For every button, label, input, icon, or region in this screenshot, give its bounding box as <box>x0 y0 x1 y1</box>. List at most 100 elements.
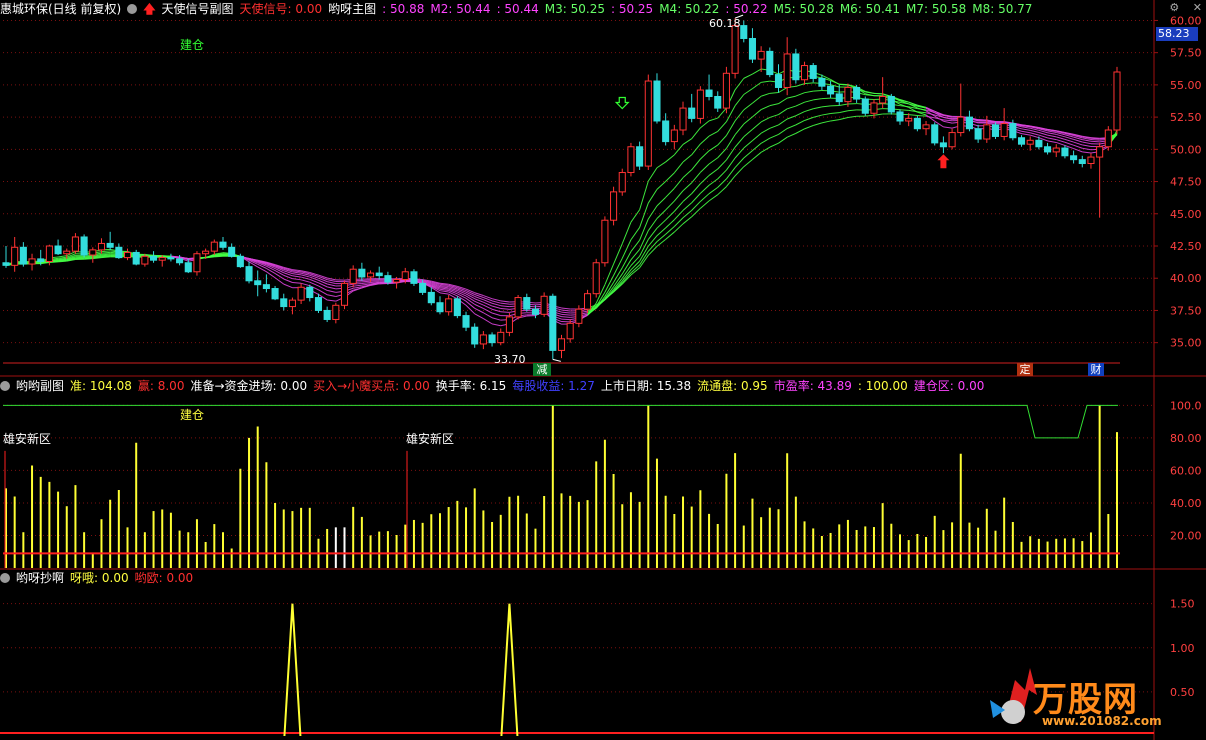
ma-ribbon-segment <box>769 124 779 129</box>
ma-ribbon-segment <box>691 127 701 139</box>
ma-ribbon-segment <box>769 142 779 148</box>
candle-body <box>393 279 401 283</box>
stock-title[interactable]: 惠城环保(日线 前复权) <box>0 2 121 16</box>
candle-body <box>670 129 678 143</box>
ma-ribbon-segment <box>673 190 684 202</box>
ma-ribbon-segment <box>300 282 310 287</box>
main-ytick-label: 60.00 <box>1170 14 1202 27</box>
ma-ribbon-segment <box>621 251 632 268</box>
ma-ribbon-segment <box>361 280 371 283</box>
sub2-title[interactable]: 哟呀抄啊 <box>16 571 64 585</box>
ma-ribbon-segment <box>474 313 484 319</box>
candle-body <box>531 308 539 315</box>
candle-body <box>453 298 461 317</box>
sub1-value-2: 准备→资金进场: 0.00 <box>190 379 308 393</box>
ma-ribbon-segment <box>830 80 840 85</box>
candle-body <box>774 74 783 88</box>
sub2-toggle-icon[interactable] <box>0 573 10 583</box>
candle-body <box>722 72 730 109</box>
ma-ribbon-segment <box>58 260 67 263</box>
ma-ribbon-segment <box>743 116 753 125</box>
sub1-header: 哟哟副图 准: 104.08 赢: 8.00 准备→资金进场: 0.00 买入→小魔买点… <box>0 378 996 394</box>
main-label[interactable]: 哟呀主图 <box>328 2 376 16</box>
candle-body <box>349 268 357 284</box>
indicator-toggle-icon[interactable] <box>127 4 138 14</box>
ding-tag[interactable]: 定 <box>1017 363 1033 376</box>
logo-url: www.201082.com <box>1042 714 1162 728</box>
candle-body <box>879 95 887 104</box>
candle-body <box>748 37 756 60</box>
ma-ribbon-segment <box>1030 132 1040 136</box>
ma-ribbon-segment <box>717 169 727 180</box>
ma-ribbon-segment <box>292 278 302 281</box>
ma-ribbon-segment <box>778 108 788 115</box>
candle-body <box>445 298 453 313</box>
ma-ribbon-segment <box>943 116 953 119</box>
ma-ribbon-segment <box>804 116 814 121</box>
ma-ribbon-segment <box>214 255 224 258</box>
ma-ribbon-segment <box>734 78 745 91</box>
ma-ribbon-segment <box>708 130 718 137</box>
ma-ribbon-segment <box>1047 137 1057 141</box>
candle-body <box>566 322 574 340</box>
ma-ribbon-segment <box>769 114 779 118</box>
ma-ribbon-segment <box>353 284 362 287</box>
settings-icon[interactable]: ⚙ <box>1169 1 1179 14</box>
ma-ribbon-segment <box>778 136 788 144</box>
ma-ribbon-segment <box>734 136 745 148</box>
candle-body <box>1000 123 1008 137</box>
ma-ribbon-segment <box>769 133 779 139</box>
ma-ribbon-segment <box>1090 140 1100 143</box>
indicator-name[interactable]: 天使信号副图 <box>162 2 234 16</box>
candle-body <box>835 93 843 103</box>
sub1-value-8: 市盈率: 43.89 <box>773 379 852 393</box>
ma-ribbon-segment <box>743 128 753 138</box>
ma-ribbon-segment <box>899 105 909 108</box>
candle-body <box>1017 137 1026 145</box>
candle-body <box>141 255 149 265</box>
candle-body <box>922 124 930 130</box>
ma-ribbon-segment <box>717 135 727 146</box>
ma-ribbon-segment <box>778 118 788 126</box>
close-icon[interactable]: ✕ <box>1193 1 1202 14</box>
ma-ribbon-segment <box>292 275 302 278</box>
jian-tag[interactable]: 减 <box>533 363 551 376</box>
sub1-toggle-icon[interactable] <box>0 381 10 391</box>
candle-body <box>210 241 218 252</box>
candle-body <box>905 117 913 122</box>
ma-ribbon-segment <box>821 105 831 108</box>
candle-body <box>592 262 600 295</box>
candle-body <box>584 293 592 310</box>
sub1-value-1: 赢: 8.00 <box>137 379 185 393</box>
ma-ribbon-segment <box>726 157 736 171</box>
candle-body <box>384 275 392 283</box>
main-ytick-label: 52.50 <box>1170 111 1202 124</box>
ma-ribbon-segment <box>943 120 953 124</box>
ma-ribbon-segment <box>1082 144 1092 148</box>
sub1-title[interactable]: 哟哟副图 <box>16 379 64 393</box>
candle-body <box>97 242 106 251</box>
sub1-ytick-label: 40.00 <box>1170 497 1202 510</box>
ma-ribbon-segment <box>1064 138 1074 143</box>
ma-ribbon-segment <box>665 219 675 229</box>
ma-ribbon-segment <box>743 140 753 149</box>
cai-tag[interactable]: 财 <box>1088 363 1104 376</box>
ma-ribbon-segment <box>865 94 875 97</box>
jiancang-main-label: 建仓 <box>180 38 205 52</box>
ma-ribbon-segment <box>1030 126 1039 129</box>
main-ytick-label: 47.50 <box>1170 176 1202 189</box>
ma-ribbon-segment <box>1090 138 1100 141</box>
ma-ribbon-segment <box>899 109 909 111</box>
ma-ribbon-segment <box>647 167 658 182</box>
ma-ribbon-segment <box>813 106 822 110</box>
ma-ribbon-segment <box>1047 140 1057 143</box>
ma-ribbon-segment <box>1030 129 1040 134</box>
ma-ribbon-segment <box>483 318 493 325</box>
ma-ribbon-segment <box>1021 133 1031 136</box>
candle-body <box>627 146 635 174</box>
ma-ribbon-segment <box>647 189 658 204</box>
ma-ribbon-segment <box>561 318 571 321</box>
candle-body <box>436 302 444 313</box>
candle-body <box>618 172 626 193</box>
ma-ribbon-segment <box>1082 139 1092 142</box>
